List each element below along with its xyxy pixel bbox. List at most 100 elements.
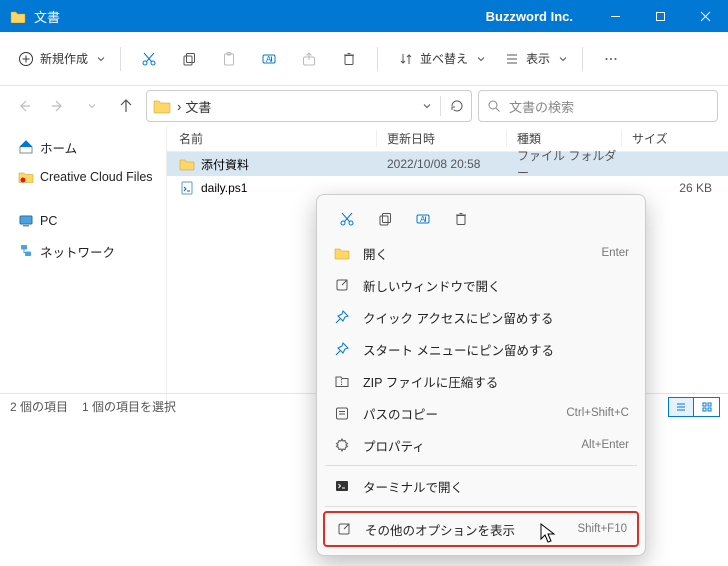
sort-button[interactable]: 並べ替え (388, 41, 490, 77)
refresh-icon[interactable] (449, 98, 465, 114)
status-selection: 1 個の項目を選択 (82, 398, 176, 415)
view-button[interactable]: 表示 (494, 41, 572, 77)
nav-back-button[interactable] (10, 92, 38, 120)
cm-copy-path[interactable]: パスのコピー Ctrl+Shift+C (323, 397, 639, 429)
context-menu-actions: A (323, 201, 639, 237)
cut-button[interactable] (131, 41, 167, 77)
cm-more-options-highlight: その他のオプションを表示 Shift+F10 (323, 511, 639, 547)
separator (325, 506, 637, 507)
separator (440, 96, 441, 116)
properties-icon (334, 437, 350, 453)
maximize-button[interactable] (638, 0, 683, 32)
cm-more-options[interactable]: その他のオプションを表示 Shift+F10 (325, 513, 637, 545)
search-input[interactable]: 文書の検索 (478, 90, 718, 122)
cm-terminal[interactable]: ターミナルで開く (323, 470, 639, 502)
view-toggle (668, 397, 720, 417)
pin-icon (334, 309, 350, 325)
folder-icon (153, 98, 171, 114)
share-button[interactable] (291, 41, 327, 77)
chevron-down-icon (476, 54, 486, 64)
header-type[interactable]: 種類 (507, 130, 622, 147)
more-button[interactable] (593, 41, 629, 77)
folder-open-icon (334, 246, 350, 260)
sidebar-network-label: ネットワーク (40, 242, 115, 261)
separator (377, 47, 378, 71)
company-label: Buzzword Inc. (486, 9, 573, 24)
header-name[interactable]: 名前 (167, 130, 377, 147)
status-count: 2 個の項目 (10, 398, 68, 415)
crumb-label[interactable]: 文書 (185, 97, 211, 116)
chevron-down-icon (558, 54, 568, 64)
plus-circle-icon (18, 51, 34, 67)
trash-icon (341, 51, 357, 67)
breadcrumb[interactable]: › 文書 (177, 97, 416, 116)
cm-more-options-shortcut: Shift+F10 (577, 523, 627, 535)
rename-icon: A (415, 211, 431, 227)
home-icon (18, 139, 34, 155)
cm-new-window-label: 新しいウィンドウで開く (363, 276, 501, 295)
window-title: 文書 (34, 7, 60, 26)
sidebar-home-label: ホーム (40, 138, 77, 157)
copy-button[interactable] (171, 41, 207, 77)
scissors-icon (141, 51, 157, 67)
file-date: 2022/10/08 20:58 (377, 157, 507, 171)
separator (325, 465, 637, 466)
sidebar-item-network[interactable]: ネットワーク (4, 238, 162, 264)
file-name: daily.ps1 (201, 181, 247, 195)
sort-label: 並べ替え (420, 50, 468, 67)
cm-delete-button[interactable] (443, 203, 479, 235)
cm-open[interactable]: 開く Enter (323, 237, 639, 269)
cm-cut-button[interactable] (329, 203, 365, 235)
cm-copy-button[interactable] (367, 203, 403, 235)
network-icon (18, 243, 34, 259)
sidebar: ホーム Creative Cloud Files PC ネットワーク (0, 126, 166, 402)
thumbnails-view-button[interactable] (694, 397, 720, 417)
details-view-button[interactable] (668, 397, 694, 417)
paste-button[interactable] (211, 41, 247, 77)
sidebar-item-creative-cloud[interactable]: Creative Cloud Files (4, 164, 162, 190)
column-headers: 名前 更新日時 種類 サイズ (167, 126, 728, 152)
rename-button[interactable]: A (251, 41, 287, 77)
new-label: 新規作成 (40, 50, 88, 67)
address-bar[interactable]: › 文書 (146, 90, 472, 122)
file-row[interactable]: 添付資料 2022/10/08 20:58 ファイル フォルダー (167, 152, 728, 176)
cm-zip[interactable]: ZIP ファイルに圧縮する (323, 365, 639, 397)
list-icon (504, 51, 520, 67)
delete-button[interactable] (331, 41, 367, 77)
cm-rename-button[interactable]: A (405, 203, 441, 235)
new-window-icon (334, 277, 350, 293)
sidebar-cc-label: Creative Cloud Files (40, 170, 153, 184)
nav-recent-button[interactable] (78, 92, 106, 120)
share-icon (301, 51, 317, 67)
copy-icon (377, 211, 393, 227)
nav-forward-button[interactable] (44, 92, 72, 120)
cm-copy-path-label: パスのコピー (363, 404, 438, 423)
sidebar-item-pc[interactable]: PC (4, 208, 162, 234)
cm-pin-start[interactable]: スタート メニューにピン留めする (323, 333, 639, 365)
new-button[interactable]: 新規作成 (8, 41, 110, 77)
ps1-file-icon (179, 180, 195, 196)
copy-path-icon (334, 405, 350, 421)
crumb-sep: › (177, 99, 181, 114)
close-button[interactable] (683, 0, 728, 32)
cm-pin-quick-label: クイック アクセスにピン留めする (363, 308, 553, 327)
cm-open-label: 開く (363, 244, 388, 263)
cm-pin-quick[interactable]: クイック アクセスにピン留めする (323, 301, 639, 333)
scissors-icon (339, 211, 355, 227)
file-name: 添付資料 (201, 156, 249, 173)
pin-icon (334, 341, 350, 357)
header-size[interactable]: サイズ (622, 130, 728, 147)
sidebar-item-home[interactable]: ホーム (4, 134, 162, 160)
minimize-button[interactable] (593, 0, 638, 32)
nav-up-button[interactable] (112, 92, 140, 120)
folder-icon (10, 9, 26, 23)
chevron-down-icon[interactable] (422, 101, 432, 111)
zip-icon (334, 373, 350, 389)
pc-icon (18, 213, 34, 229)
search-icon (487, 99, 501, 113)
more-options-icon (336, 521, 352, 537)
trash-icon (453, 211, 469, 227)
cm-new-window[interactable]: 新しいウィンドウで開く (323, 269, 639, 301)
header-date[interactable]: 更新日時 (377, 130, 507, 147)
cm-properties[interactable]: プロパティ Alt+Enter (323, 429, 639, 461)
